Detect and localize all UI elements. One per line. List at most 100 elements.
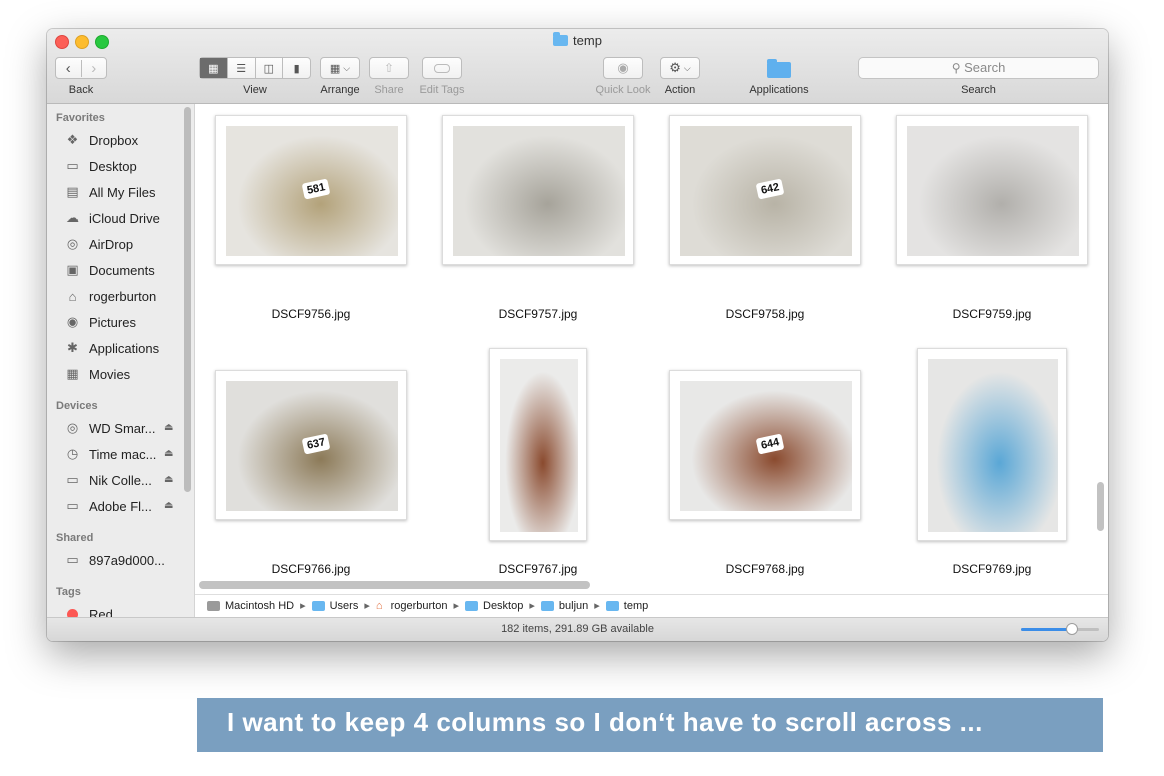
- horizontal-scrollbar[interactable]: [199, 581, 590, 589]
- cover-flow-button[interactable]: ▮: [283, 58, 310, 78]
- file-thumbnail[interactable]: 637: [215, 370, 407, 520]
- file-name-label[interactable]: DSCF9756.jpg: [211, 307, 411, 321]
- applications-folder-icon: [767, 62, 791, 78]
- search-input[interactable]: ⚲ Search: [858, 57, 1099, 79]
- path-separator-icon: ▸: [364, 600, 370, 612]
- sidebar-item-all-my-files[interactable]: ▤ All My Files: [64, 182, 155, 202]
- photo-image: 637: [226, 381, 398, 511]
- sidebar-item-time-mac[interactable]: ◷ Time mac...: [64, 444, 157, 464]
- sidebar-item-wd-smar[interactable]: ◎ WD Smar...: [64, 418, 156, 438]
- sidebar-item-label: All My Files: [89, 184, 156, 200]
- sidebar-item-desktop[interactable]: ▭ Desktop: [64, 156, 136, 176]
- file-name-label[interactable]: DSCF9766.jpg: [211, 562, 411, 576]
- caption-banner: I want to keep 4 columns so I don‘t have…: [197, 698, 1103, 752]
- forward-button[interactable]: ›: [82, 60, 107, 77]
- sidebar-item-pictures[interactable]: ◉ Pictures: [64, 312, 136, 332]
- sidebar-item-label: 897a9d000...: [89, 552, 165, 568]
- applications-icon: ✱: [67, 340, 78, 355]
- sidebar-scrollbar[interactable]: [184, 107, 191, 492]
- photo-image: [928, 359, 1058, 532]
- sidebar-item-label: Time mac...: [89, 446, 157, 462]
- share-button[interactable]: ⇧: [369, 57, 409, 79]
- path-item-rogerburton[interactable]: ⌂ rogerburton: [376, 600, 448, 612]
- path-item-users[interactable]: Users: [311, 600, 358, 612]
- folder-icon: [553, 32, 569, 46]
- eject-icon[interactable]: ⏏: [164, 448, 173, 459]
- toolbar: temp ‹ › Back ▦ ☰ ◫ ▮ View ▦ ⌵ Arrange ⇧ …: [47, 29, 1108, 104]
- icon-view-button[interactable]: ▦: [200, 58, 228, 78]
- path-item-desktop[interactable]: Desktop: [465, 600, 523, 612]
- file-thumbnail[interactable]: 581: [215, 115, 407, 265]
- back-button[interactable]: ‹: [56, 59, 82, 77]
- eject-icon[interactable]: ⏏: [164, 500, 173, 511]
- file-thumbnail[interactable]: 644: [669, 370, 861, 520]
- arrange-label: Arrange: [320, 84, 360, 96]
- icon-size-slider[interactable]: [1021, 623, 1099, 635]
- sidebar-item-airdrop[interactable]: ◎ AirDrop: [64, 234, 133, 254]
- sidebar-item-label: Nik Colle...: [89, 472, 152, 488]
- time-machine-icon: ◷: [66, 446, 79, 461]
- window-title: temp: [47, 32, 1108, 48]
- sidebar-item-897a9d000[interactable]: ▭ 897a9d000...: [64, 550, 165, 570]
- file-name-label[interactable]: DSCF9757.jpg: [438, 307, 638, 321]
- eject-icon[interactable]: ⏏: [164, 474, 173, 485]
- quick-look-label: Quick Look: [595, 84, 651, 96]
- column-view-button[interactable]: ◫: [256, 58, 284, 78]
- applications-folder-button[interactable]: [765, 57, 793, 79]
- icon-size-slider-fill: [1021, 628, 1072, 631]
- applications-folder-tab: [767, 59, 777, 63]
- file-name-label[interactable]: DSCF9768.jpg: [665, 562, 865, 576]
- home-icon: ⌂: [375, 599, 383, 612]
- path-item-temp[interactable]: temp: [605, 600, 648, 612]
- file-thumbnail[interactable]: [489, 348, 587, 541]
- chevron-down-icon: ⌵: [683, 62, 691, 73]
- photo-image: [907, 126, 1079, 256]
- chevron-down-icon: ⌵: [343, 62, 351, 73]
- action-label: Action: [664, 84, 696, 96]
- file-name-label[interactable]: DSCF9759.jpg: [892, 307, 1092, 321]
- favorites-header: Favorites: [56, 112, 105, 124]
- lot-tag: 644: [755, 433, 785, 455]
- sidebar-item-adobe-fl[interactable]: ▭ Adobe Fl...: [64, 496, 152, 516]
- quick-look-button[interactable]: ◉: [603, 57, 643, 79]
- sidebar-item-rogerburton[interactable]: ⌂ rogerburton: [64, 286, 157, 306]
- list-view-button[interactable]: ☰: [228, 58, 256, 78]
- search-icon: ⚲: [951, 61, 961, 75]
- icon-size-slider-knob[interactable]: [1066, 623, 1078, 635]
- file-name-label[interactable]: DSCF9769.jpg: [892, 562, 1092, 576]
- action-button[interactable]: ⚙ ⌵: [660, 57, 700, 79]
- vertical-scrollbar[interactable]: [1097, 482, 1104, 531]
- sidebar-item-icloud-drive[interactable]: ☁ iCloud Drive: [64, 208, 160, 228]
- sidebar-item-documents[interactable]: ▣ Documents: [64, 260, 154, 280]
- edit-tags-button[interactable]: [422, 57, 462, 79]
- folder-icon: [540, 600, 554, 611]
- sidebar-item-label: WD Smar...: [89, 420, 156, 436]
- file-thumbnail[interactable]: 642: [669, 115, 861, 265]
- status-text: 182 items, 291.89 GB available: [501, 623, 654, 635]
- file-thumbnail[interactable]: [896, 115, 1088, 265]
- photo-image: 642: [680, 126, 852, 256]
- icon-grid: 581 DSCF9756.jpg DSCF9757.jpg 642 DSCF9758.j…: [195, 104, 1108, 621]
- airdrop-icon: ◎: [66, 236, 79, 251]
- sidebar-item-movies[interactable]: ▦ Movies: [64, 364, 130, 384]
- file-name-label[interactable]: DSCF9767.jpg: [438, 562, 638, 576]
- path-item-buljun[interactable]: buljun: [540, 600, 588, 612]
- photo-image: [500, 359, 578, 532]
- path-item-macintosh-hd[interactable]: Macintosh HD: [207, 600, 294, 612]
- sidebar-item-label: AirDrop: [89, 236, 134, 252]
- sidebar-item-dropbox[interactable]: ❖ Dropbox: [64, 130, 138, 150]
- cloud-icon: ☁: [66, 210, 79, 225]
- eject-icon[interactable]: ⏏: [164, 422, 173, 433]
- film-icon: ▦: [66, 366, 79, 381]
- file-name-label[interactable]: DSCF9758.jpg: [665, 307, 865, 321]
- camera-icon: ◉: [66, 314, 79, 329]
- arrange-button[interactable]: ▦ ⌵: [320, 57, 360, 79]
- sidebar-item-nik-colle[interactable]: ▭ Nik Colle...: [64, 470, 152, 490]
- lot-tag: 581: [301, 178, 331, 200]
- sidebar: Favorites ❖ Dropbox ▭ Desktop ▤ All My Files ☁…: [47, 104, 195, 621]
- file-thumbnail[interactable]: [442, 115, 634, 265]
- lot-tag: 642: [755, 178, 785, 200]
- file-thumbnail[interactable]: [917, 348, 1067, 541]
- sidebar-item-applications[interactable]: ✱ Applications: [64, 338, 159, 358]
- sidebar-item-label: iCloud Drive: [89, 210, 160, 226]
